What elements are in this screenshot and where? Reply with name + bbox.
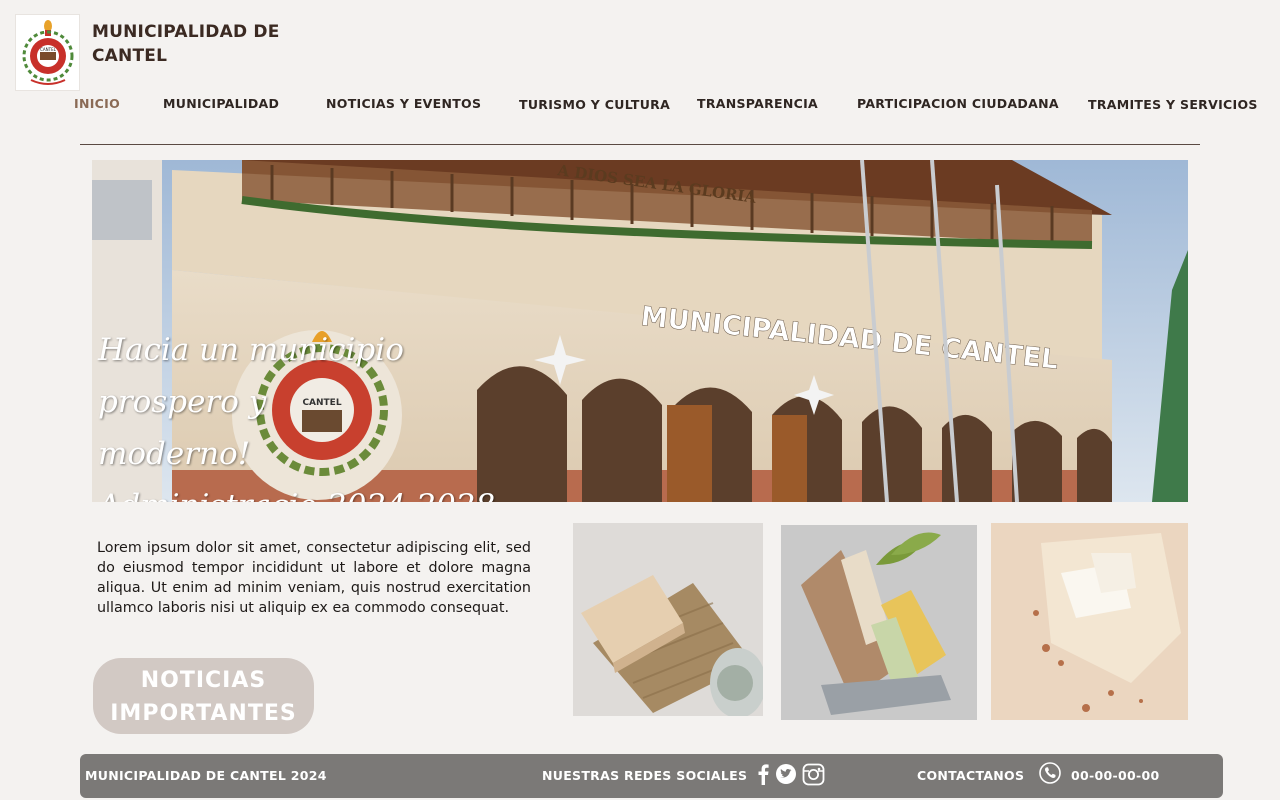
facebook-icon[interactable] xyxy=(757,763,769,788)
hero-slogan: Hacia un municipio prospero y moderno! A… xyxy=(98,324,498,502)
site-title-line2: CANTEL xyxy=(92,46,168,66)
header-divider xyxy=(80,144,1200,145)
nav-item-noticias-y-eventos[interactable]: NOTICIAS Y EVENTOS xyxy=(326,96,481,111)
intro-paragraph: Lorem ipsum dolor sit amet, consectetur … xyxy=(97,540,531,616)
municipal-logo[interactable]: CANTEL xyxy=(15,14,80,91)
news-button-line1: NOTICIAS xyxy=(140,668,267,693)
site-footer: MUNICIPALIDAD DE CANTEL 2024 NUESTRAS RE… xyxy=(80,754,1223,798)
news-button-line2: IMPORTANTES xyxy=(110,701,297,726)
footer-phone-number[interactable]: 00-00-00-00 xyxy=(1071,768,1159,783)
nav-item-participacion-ciudadana[interactable]: PARTICIPACION CIUDADANA xyxy=(857,96,1059,111)
main-navigation: INICIO MUNICIPALIDAD NOTICIAS Y EVENTOS … xyxy=(0,95,1280,117)
footer-copyright: MUNICIPALIDAD DE CANTEL 2024 xyxy=(85,768,327,783)
site-title-line1: MUNICIPALIDAD DE xyxy=(92,22,280,42)
hero-slogan-line2: moderno! xyxy=(98,436,251,472)
hero-banner: A DIOS SEA LA GLORIA MUNICIPALIDAD DE CA… xyxy=(92,160,1188,502)
noticias-importantes-button[interactable]: NOTICIAS IMPORTANTES xyxy=(93,658,314,734)
phone-icon[interactable] xyxy=(1039,762,1061,787)
gallery-image-cheese-paper[interactable] xyxy=(991,523,1188,720)
soap-on-mat-image xyxy=(573,523,763,716)
footer-social-label: NUESTRAS REDES SOCIALES xyxy=(542,768,748,783)
bath-items-image xyxy=(781,525,977,720)
cheese-paper-image xyxy=(991,523,1188,720)
nav-item-tramites-y-servicios[interactable]: TRAMITES Y SERVICIOS xyxy=(1088,97,1258,112)
gallery-image-soap-on-mat[interactable] xyxy=(573,523,763,716)
logo-emblem-text: CANTEL xyxy=(40,47,56,52)
hero-slogan-line3: Administracio 2024-2028 xyxy=(98,480,498,502)
nav-item-turismo-y-cultura[interactable]: TURISMO Y CULTURA xyxy=(519,97,670,112)
instagram-icon[interactable] xyxy=(802,763,825,789)
footer-contact-label: CONTACTANOS xyxy=(917,768,1025,783)
nav-item-transparencia[interactable]: TRANSPARENCIA xyxy=(697,96,818,111)
site-title: MUNICIPALIDAD DE CANTEL xyxy=(92,20,280,68)
gallery-image-bath-items[interactable] xyxy=(781,525,977,720)
nav-item-inicio[interactable]: INICIO xyxy=(74,96,120,111)
nav-item-municipalidad[interactable]: MUNICIPALIDAD xyxy=(163,96,279,111)
municipal-emblem-icon: CANTEL xyxy=(22,19,73,85)
twitter-icon[interactable] xyxy=(775,763,797,788)
hero-slogan-line1: Hacia un municipio prospero y xyxy=(98,332,404,420)
